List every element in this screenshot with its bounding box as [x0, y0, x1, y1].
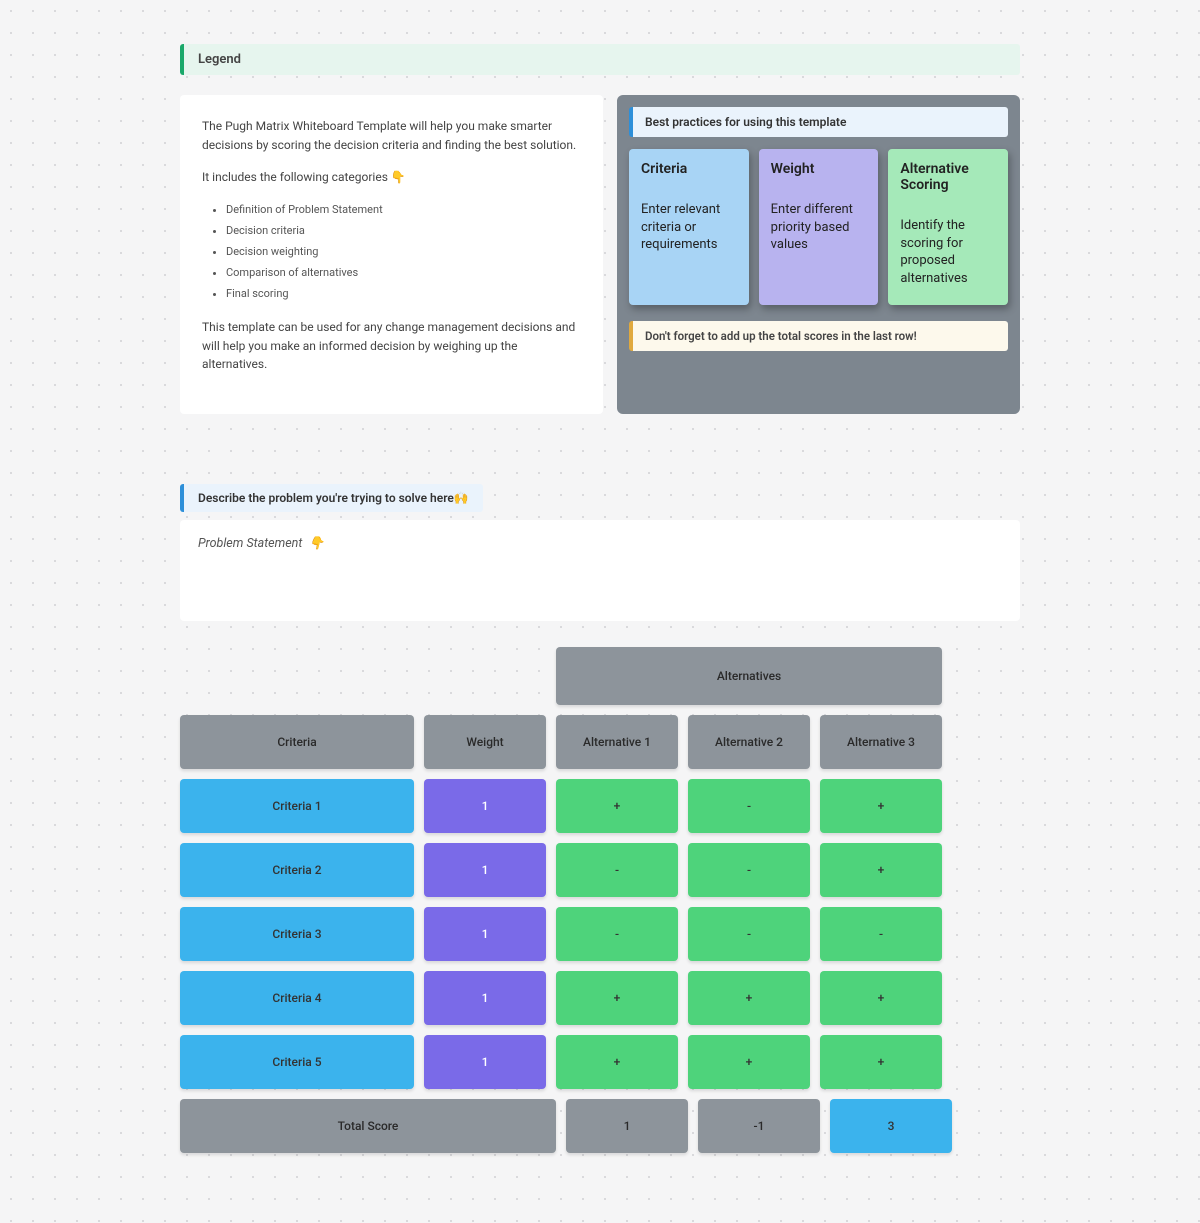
score-cell[interactable]: + — [556, 779, 678, 833]
score-cell[interactable]: + — [688, 971, 810, 1025]
score-cell[interactable]: + — [820, 1035, 942, 1089]
problem-label-text: Describe the problem you're trying to so… — [198, 491, 454, 505]
score-cell[interactable]: + — [820, 779, 942, 833]
desc-bullet-list: Definition of Problem Statement Decision… — [202, 201, 581, 302]
sticky-alt-scoring[interactable]: Alternative Scoring Identify the scoring… — [888, 149, 1008, 305]
sticky-title: Weight — [771, 161, 867, 177]
weight-cell[interactable]: 1 — [424, 907, 546, 961]
weight-cell[interactable]: 1 — [424, 1035, 546, 1089]
problem-label: Describe the problem you're trying to so… — [180, 484, 483, 512]
spacer — [180, 647, 414, 705]
criteria-cell[interactable]: Criteria 3 — [180, 907, 414, 961]
matrix-total-row: Total Score 1 -1 3 — [180, 1099, 1020, 1153]
criteria-cell[interactable]: Criteria 4 — [180, 971, 414, 1025]
score-cell[interactable]: + — [556, 1035, 678, 1089]
score-cell[interactable]: - — [688, 907, 810, 961]
problem-placeholder: Problem Statement — [198, 536, 302, 551]
weight-cell[interactable]: 1 — [424, 971, 546, 1025]
bullet-item: Decision criteria — [226, 222, 581, 239]
total-cell: 1 — [566, 1099, 688, 1153]
sticky-row: Criteria Enter relevant criteria or requ… — [629, 149, 1008, 305]
matrix-row: Criteria 1 1 + - + — [180, 779, 1020, 833]
legend-bar: Legend — [180, 44, 1020, 75]
sticky-title: Alternative Scoring — [900, 161, 996, 193]
sticky-body: Enter relevant criteria or requirements — [641, 201, 737, 254]
matrix-header-alts: Alternatives — [180, 647, 1020, 705]
total-cell: -1 — [698, 1099, 820, 1153]
score-cell[interactable]: + — [688, 1035, 810, 1089]
col-header-alt3: Alternative 3 — [820, 715, 942, 769]
sticky-title: Criteria — [641, 161, 737, 177]
sticky-weight[interactable]: Weight Enter different priority based va… — [759, 149, 879, 305]
best-practices-panel: Best practices for using this template C… — [617, 95, 1020, 414]
bullet-item: Decision weighting — [226, 243, 581, 260]
spacer — [424, 647, 546, 705]
best-practices-header: Best practices for using this template — [629, 107, 1008, 137]
desc-p3: This template can be used for any change… — [202, 318, 581, 374]
matrix-row: Criteria 4 1 + + + — [180, 971, 1020, 1025]
score-cell[interactable]: - — [820, 907, 942, 961]
total-score-label: Total Score — [180, 1099, 556, 1153]
pointing-down-icon: 👇 — [308, 536, 324, 551]
desc-p2: It includes the following categories 👇 — [202, 168, 581, 187]
score-cell[interactable]: - — [556, 907, 678, 961]
criteria-cell[interactable]: Criteria 2 — [180, 843, 414, 897]
criteria-cell[interactable]: Criteria 5 — [180, 1035, 414, 1089]
bullet-item: Final scoring — [226, 285, 581, 302]
alternatives-header: Alternatives — [556, 647, 942, 705]
desc-p2-text: It includes the following categories — [202, 170, 391, 184]
problem-statement-card[interactable]: Problem Statement 👇 — [180, 520, 1020, 621]
best-practices-footer: Don't forget to add up the total scores … — [629, 321, 1008, 351]
desc-p1: The Pugh Matrix Whiteboard Template will… — [202, 117, 581, 154]
matrix-row: Criteria 2 1 - - + — [180, 843, 1020, 897]
score-cell[interactable]: + — [820, 971, 942, 1025]
weight-cell[interactable]: 1 — [424, 843, 546, 897]
total-cell-best: 3 — [830, 1099, 952, 1153]
sticky-criteria[interactable]: Criteria Enter relevant criteria or requ… — [629, 149, 749, 305]
top-row: The Pugh Matrix Whiteboard Template will… — [180, 95, 1020, 414]
col-header-weight: Weight — [424, 715, 546, 769]
score-cell[interactable]: + — [556, 971, 678, 1025]
sticky-body: Identify the scoring for proposed altern… — [900, 217, 996, 287]
score-cell[interactable]: - — [688, 843, 810, 897]
problem-section: Describe the problem you're trying to so… — [180, 484, 1020, 621]
matrix-row: Criteria 3 1 - - - — [180, 907, 1020, 961]
criteria-cell[interactable]: Criteria 1 — [180, 779, 414, 833]
pugh-matrix: Alternatives Criteria Weight Alternative… — [180, 647, 1020, 1153]
score-cell[interactable]: - — [556, 843, 678, 897]
bullet-item: Definition of Problem Statement — [226, 201, 581, 218]
pointing-down-icon: 👇 — [391, 170, 406, 184]
sticky-body: Enter different priority based values — [771, 201, 867, 254]
weight-cell[interactable]: 1 — [424, 779, 546, 833]
score-cell[interactable]: + — [820, 843, 942, 897]
col-header-alt1: Alternative 1 — [556, 715, 678, 769]
score-cell[interactable]: - — [688, 779, 810, 833]
raising-hands-icon: 🙌 — [454, 491, 469, 505]
matrix-row: Criteria 5 1 + + + — [180, 1035, 1020, 1089]
description-card: The Pugh Matrix Whiteboard Template will… — [180, 95, 603, 414]
col-header-alt2: Alternative 2 — [688, 715, 810, 769]
legend-title: Legend — [198, 52, 241, 67]
matrix-col-headers: Criteria Weight Alternative 1 Alternativ… — [180, 715, 1020, 769]
bullet-item: Comparison of alternatives — [226, 264, 581, 281]
col-header-criteria: Criteria — [180, 715, 414, 769]
